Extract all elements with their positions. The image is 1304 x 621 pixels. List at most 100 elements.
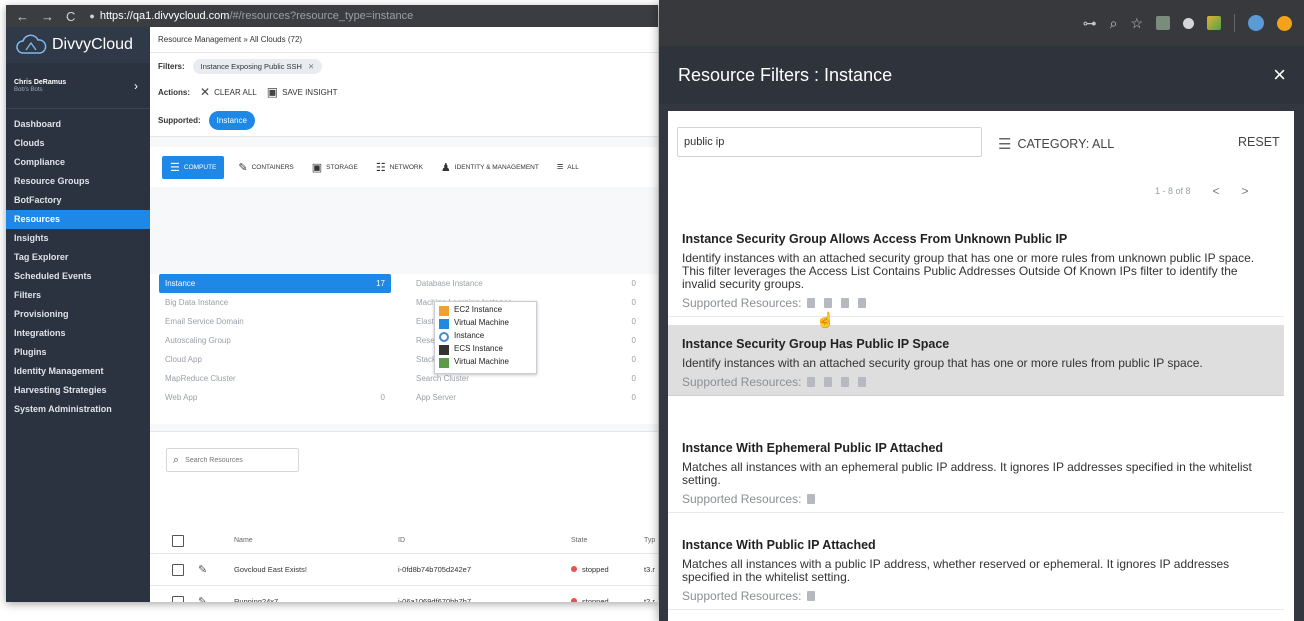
filter-result-title[interactable]: Instance Security Group Has Public IP Sp… [682,337,1284,351]
row-state: stopped [571,597,609,602]
network-icon: ☷ [375,161,386,174]
filter-result-title[interactable]: Instance With Public IP Attached [682,538,1284,552]
key-icon[interactable]: ⊶ [1083,15,1097,32]
extension-colorful-icon[interactable] [1207,16,1221,30]
sidebar-item-botfactory[interactable]: BotFactory [6,191,150,210]
table-row[interactable]: ✎ Govcloud East Exists! i-0fd8b74b705d242e… [150,554,658,586]
extension-circle-icon[interactable] [1183,17,1194,29]
row-checkbox[interactable] [172,563,184,576]
col-name[interactable]: Name [234,537,253,544]
filter-search[interactable] [677,127,982,157]
row-name[interactable]: Running24x7 [234,597,278,602]
edit-icon[interactable]: ✎ [198,595,207,602]
tab-all[interactable]: ≡ ALL [557,161,579,173]
forward-icon[interactable]: → [41,9,54,24]
remove-filter-icon[interactable]: ✕ [308,62,314,71]
sidebar-item-dashboard[interactable]: Dashboard [6,115,150,134]
aws-icon [439,306,449,316]
extension-cloud-icon[interactable] [1248,15,1264,31]
row-checkbox[interactable] [172,595,184,602]
resource-search-input[interactable] [185,456,286,464]
gcp-icon [439,332,449,342]
tooltip-item-label: Virtual Machine [454,318,509,327]
filter-result[interactable]: Instance With Public IP Attached Matches … [668,526,1284,610]
reset-button[interactable]: RESET [1238,135,1280,149]
tooltip-item-label: EC2 Instance [454,305,503,314]
url-host[interactable]: https://qa1.divvycloud.com [100,10,230,22]
col-type[interactable]: Typ [644,537,655,544]
filter-search-input[interactable] [684,136,964,148]
sidebar-item-plugins[interactable]: Plugins [6,343,150,362]
sidebar-item-resources[interactable]: Resources [6,210,150,229]
filter-chip[interactable]: Instance Exposing Public SSH ✕ [192,58,323,74]
hand-cursor-icon: ☝ [816,312,835,329]
resource-type-item[interactable]: App Server 0 [410,388,642,407]
resource-type-item[interactable]: Instance 17 [159,274,391,293]
sidebar-item-scheduled-events[interactable]: Scheduled Events [6,267,150,286]
breadcrumb[interactable]: Resource Management » All Clouds (72) [150,27,658,53]
sidebar-item-filters[interactable]: Filters [6,286,150,305]
supported-resources-label: Supported Resources: [682,589,802,603]
chevron-right-icon[interactable]: > [1242,184,1249,198]
sidebar-item-clouds[interactable]: Clouds [6,134,150,153]
sidebar-item-provisioning[interactable]: Provisioning [6,305,150,324]
back-icon[interactable]: ← [16,9,29,24]
storage-icon: ▣ [311,161,323,174]
tab-storage[interactable]: ▣ STORAGE [312,161,358,174]
supported-resources: Supported Resources: [682,375,1284,389]
save-insight-button[interactable]: ▣ SAVE INSIGHT [267,85,338,99]
col-state[interactable]: State [571,537,587,544]
tab-identity-management[interactable]: ♟ IDENTITY & MANAGEMENT [441,161,539,174]
reload-icon[interactable]: C [66,9,75,24]
resource-type-item[interactable]: Autoscaling Group [159,331,391,350]
extension-orange-icon[interactable] [1277,15,1292,31]
zoom-icon[interactable]: ⌕ [1110,15,1118,32]
filter-result[interactable]: Instance With Ephemeral Public IP Attach… [668,429,1284,513]
clear-all-button[interactable]: ✕ CLEAR ALL [200,85,257,99]
resource-type-item[interactable]: Cloud App [159,350,391,369]
filter-result[interactable]: Instance Security Group Has Public IP Sp… [668,325,1284,396]
edit-icon[interactable]: ✎ [198,563,207,576]
sidebar-item-harvesting-strategies[interactable]: Harvesting Strategies [6,381,150,400]
extension-g-icon[interactable] [1156,16,1170,30]
filter-result[interactable]: Instance Security Group Allows Access Fr… [668,220,1284,317]
star-icon[interactable]: ☆ [1130,15,1143,32]
tab-label: STORAGE [326,163,358,171]
sidebar-item-resource-groups[interactable]: Resource Groups [6,172,150,191]
resource-type-item[interactable]: MapReduce Cluster [159,369,391,388]
sidebar-item-insights[interactable]: Insights [6,229,150,248]
cloud-logo-icon [16,34,47,54]
resource-type-item[interactable]: Database Instance 0 [410,274,642,293]
close-icon[interactable]: × [1273,64,1286,86]
user-switcher[interactable]: Chris DeRamus Bob's Bots › [6,63,150,109]
tab-network[interactable]: ☷ NETWORK [376,161,423,174]
tab-compute[interactable]: ☰ COMPUTE [162,155,225,179]
resource-type-item[interactable]: Big Data Instance [159,293,391,312]
resource-type-item[interactable]: Email Service Domain [159,312,391,331]
category-dropdown[interactable]: ☰ CATEGORY: ALL [998,135,1114,153]
chevron-left-icon[interactable]: < [1213,184,1220,198]
resource-type-count: 0 [631,355,636,364]
supported-resources: Supported Resources: [682,492,1284,506]
row-name[interactable]: Govcloud East Exists! [234,565,307,574]
sidebar-item-identity-management[interactable]: Identity Management [6,362,150,381]
table-row[interactable]: ✎ Running24x7 i-06a1069df670bb7b7 stopped t2… [150,586,658,602]
resource-search[interactable]: ⌕ [166,448,299,472]
tab-containers[interactable]: ✎ CONTAINERS [238,161,293,174]
brand[interactable]: DivvyCloud [6,27,150,63]
resource-type-label: MapReduce Cluster [165,374,236,383]
col-id[interactable]: ID [398,537,405,544]
table-header: Name ID State Typ [150,528,658,554]
sidebar-item-compliance[interactable]: Compliance [6,153,150,172]
supported-pill[interactable]: Instance [208,111,255,130]
resource-type-item[interactable]: Web App 0 [159,388,391,407]
select-all-checkbox[interactable] [172,534,184,547]
resource-type-icon [858,298,867,308]
sidebar-item-integrations[interactable]: Integrations [6,324,150,343]
filter-result-title[interactable]: Instance With Ephemeral Public IP Attach… [682,441,1284,455]
url-path[interactable]: /#/resources?resource_type=instance [229,10,413,22]
sidebar-item-system-administration[interactable]: System Administration [6,400,150,419]
filter-panel-header: Resource Filters : Instance × [659,46,1304,104]
filter-result-title[interactable]: Instance Security Group Allows Access Fr… [682,232,1284,246]
sidebar-item-tag-explorer[interactable]: Tag Explorer [6,248,150,267]
